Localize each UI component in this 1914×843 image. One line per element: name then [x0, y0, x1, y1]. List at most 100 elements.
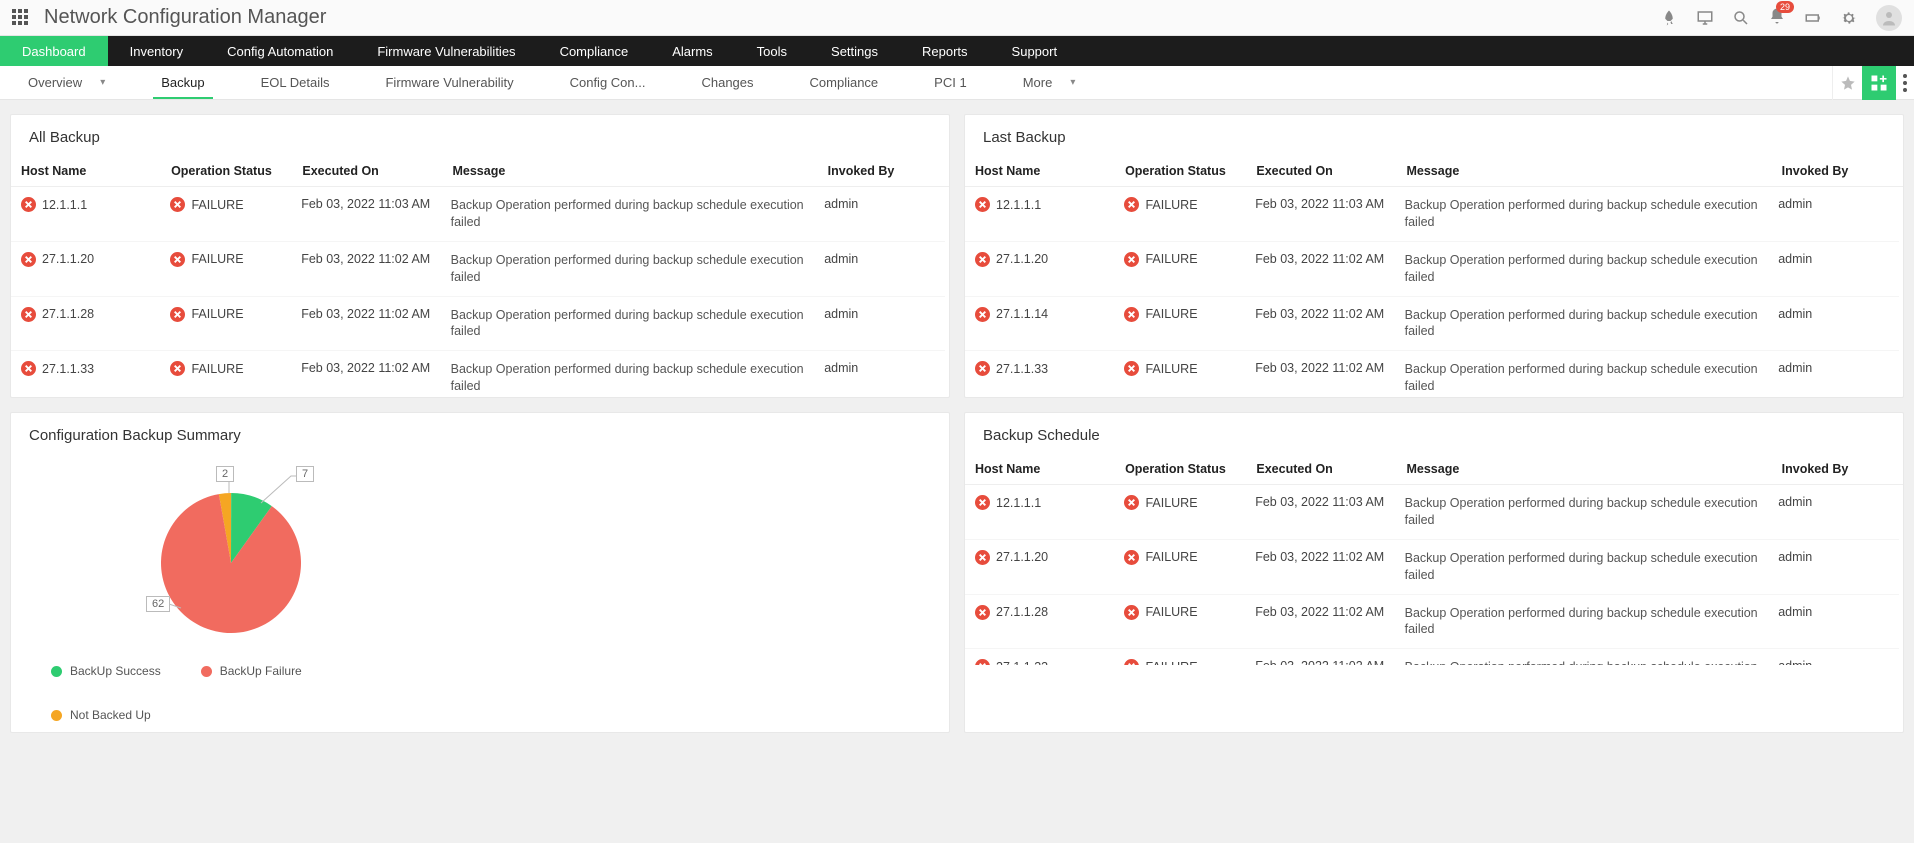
operation-status: FAILURE — [191, 198, 243, 212]
mainnav-dashboard[interactable]: Dashboard — [0, 36, 108, 66]
invoked-by: admin — [1768, 485, 1899, 539]
host-name: 27.1.1.28 — [42, 307, 94, 321]
message: Backup Operation performed during backup… — [1395, 187, 1769, 241]
search-icon[interactable] — [1732, 9, 1750, 27]
message: Backup Operation performed during backup… — [1395, 296, 1769, 351]
table-row[interactable]: 27.1.1.20FAILUREFeb 03, 2022 11:02 AMBac… — [11, 241, 945, 296]
table-row[interactable]: 27.1.1.33FAILUREFeb 03, 2022 11:02 AMBac… — [11, 351, 945, 397]
table-row[interactable]: 27.1.1.20FAILUREFeb 03, 2022 11:02 AMBac… — [965, 241, 1899, 296]
message: Backup Operation performed during backup… — [441, 187, 815, 241]
error-icon — [170, 252, 185, 267]
executed-on: Feb 03, 2022 11:02 AM — [1245, 241, 1394, 296]
error-icon — [975, 495, 990, 510]
operation-status: FAILURE — [1145, 307, 1197, 321]
table-row[interactable]: 12.1.1.1FAILUREFeb 03, 2022 11:03 AMBack… — [11, 187, 945, 241]
column-header[interactable]: Invoked By — [1772, 454, 1903, 485]
operation-status: FAILURE — [1145, 660, 1197, 665]
invoked-by: admin — [814, 296, 945, 351]
mainnav-alarms[interactable]: Alarms — [650, 36, 734, 66]
table-row[interactable]: 27.1.1.33FAILUREFeb 03, 2022 11:02 AMBac… — [965, 649, 1899, 665]
table-row[interactable]: 12.1.1.1FAILUREFeb 03, 2022 11:03 AMBack… — [965, 485, 1899, 539]
column-header[interactable]: Executed On — [292, 156, 442, 187]
column-header[interactable]: Executed On — [1246, 156, 1396, 187]
legend-item: BackUp Failure — [201, 664, 302, 678]
executed-on: Feb 03, 2022 11:03 AM — [1245, 485, 1394, 539]
callout-failure: 62 — [146, 596, 170, 612]
table-row[interactable]: 27.1.1.20FAILUREFeb 03, 2022 11:02 AMBac… — [965, 539, 1899, 594]
apps-grid-icon[interactable] — [12, 9, 30, 27]
host-name: 12.1.1.1 — [996, 198, 1041, 212]
gear-icon[interactable] — [1840, 9, 1858, 27]
mainnav-inventory[interactable]: Inventory — [108, 36, 205, 66]
host-name: 27.1.1.33 — [42, 362, 94, 376]
invoked-by: admin — [1768, 539, 1899, 594]
invoked-by: admin — [1768, 241, 1899, 296]
monitor-icon[interactable] — [1696, 9, 1714, 27]
column-header[interactable]: Invoked By — [1772, 156, 1903, 187]
column-header[interactable]: Operation Status — [1115, 454, 1246, 485]
rocket-icon[interactable] — [1660, 9, 1678, 27]
subnav-backup[interactable]: Backup — [133, 66, 232, 99]
message: Backup Operation performed during backup… — [1395, 351, 1769, 397]
subnav-changes[interactable]: Changes — [673, 66, 781, 99]
message: Backup Operation performed during backup… — [1395, 649, 1769, 665]
mainnav-compliance[interactable]: Compliance — [538, 36, 651, 66]
message: Backup Operation performed during backup… — [441, 296, 815, 351]
operation-status: FAILURE — [191, 362, 243, 376]
subnav-firmware-vulnerability[interactable]: Firmware Vulnerability — [357, 66, 541, 99]
subnav-overview[interactable]: Overview▾ — [0, 66, 133, 99]
invoked-by: admin — [1768, 187, 1899, 241]
column-header[interactable]: Host Name — [11, 156, 161, 187]
invoked-by: admin — [1768, 351, 1899, 397]
table-row[interactable]: 27.1.1.33FAILUREFeb 03, 2022 11:02 AMBac… — [965, 351, 1899, 397]
table-row[interactable]: 12.1.1.1FAILUREFeb 03, 2022 11:03 AMBack… — [965, 187, 1899, 241]
table-row[interactable]: 27.1.1.28FAILUREFeb 03, 2022 11:02 AMBac… — [11, 296, 945, 351]
column-header[interactable]: Host Name — [965, 156, 1115, 187]
column-header[interactable]: Operation Status — [1115, 156, 1246, 187]
subnav-more[interactable]: More▾ — [995, 66, 1104, 99]
error-icon — [1124, 550, 1139, 565]
backup-summary-pie-chart: 2 7 62 — [31, 458, 371, 658]
column-header[interactable]: Message — [442, 156, 817, 187]
column-header[interactable]: Host Name — [965, 454, 1115, 485]
table-row[interactable]: 27.1.1.28FAILUREFeb 03, 2022 11:02 AMBac… — [965, 594, 1899, 649]
more-menu-icon[interactable] — [1896, 74, 1914, 92]
mainnav-support[interactable]: Support — [990, 36, 1080, 66]
column-header[interactable]: Message — [1396, 156, 1771, 187]
subnav-eol-details[interactable]: EOL Details — [233, 66, 358, 99]
message: Backup Operation performed during backup… — [1395, 485, 1769, 539]
subnav-compliance[interactable]: Compliance — [782, 66, 907, 99]
battery-icon[interactable] — [1804, 9, 1822, 27]
error-icon — [975, 361, 990, 376]
mainnav-config-automation[interactable]: Config Automation — [205, 36, 355, 66]
executed-on: Feb 03, 2022 11:02 AM — [1245, 296, 1394, 351]
column-header[interactable]: Message — [1396, 454, 1771, 485]
mainnav-firmware-vulnerabilities[interactable]: Firmware Vulnerabilities — [355, 36, 537, 66]
user-avatar[interactable] — [1876, 5, 1902, 31]
operation-status: FAILURE — [1145, 198, 1197, 212]
mainnav-tools[interactable]: Tools — [735, 36, 809, 66]
subnav-config-con-[interactable]: Config Con... — [542, 66, 674, 99]
error-icon — [975, 659, 990, 665]
favorite-icon[interactable] — [1832, 66, 1862, 100]
operation-status: FAILURE — [1145, 605, 1197, 619]
table-row[interactable]: 27.1.1.14FAILUREFeb 03, 2022 11:02 AMBac… — [965, 296, 1899, 351]
message: Backup Operation performed during backup… — [441, 351, 815, 397]
subnav-pci-1[interactable]: PCI 1 — [906, 66, 995, 99]
dashboard-content: All Backup Host NameOperation StatusExec… — [0, 100, 1914, 747]
mainnav-reports[interactable]: Reports — [900, 36, 990, 66]
host-name: 27.1.1.33 — [996, 660, 1048, 665]
executed-on: Feb 03, 2022 11:02 AM — [291, 296, 440, 351]
executed-on: Feb 03, 2022 11:02 AM — [1245, 351, 1394, 397]
error-icon — [1124, 659, 1139, 665]
column-header[interactable]: Operation Status — [161, 156, 292, 187]
column-header[interactable]: Invoked By — [818, 156, 949, 187]
column-header[interactable]: Executed On — [1246, 454, 1396, 485]
message: Backup Operation performed during backup… — [1395, 594, 1769, 649]
message: Backup Operation performed during backup… — [441, 241, 815, 296]
panel-backup-schedule: Backup Schedule Host NameOperation Statu… — [964, 412, 1904, 733]
add-widget-button[interactable] — [1862, 66, 1896, 100]
notifications-icon[interactable]: 29 — [1768, 7, 1786, 28]
error-icon — [21, 307, 36, 322]
mainnav-settings[interactable]: Settings — [809, 36, 900, 66]
